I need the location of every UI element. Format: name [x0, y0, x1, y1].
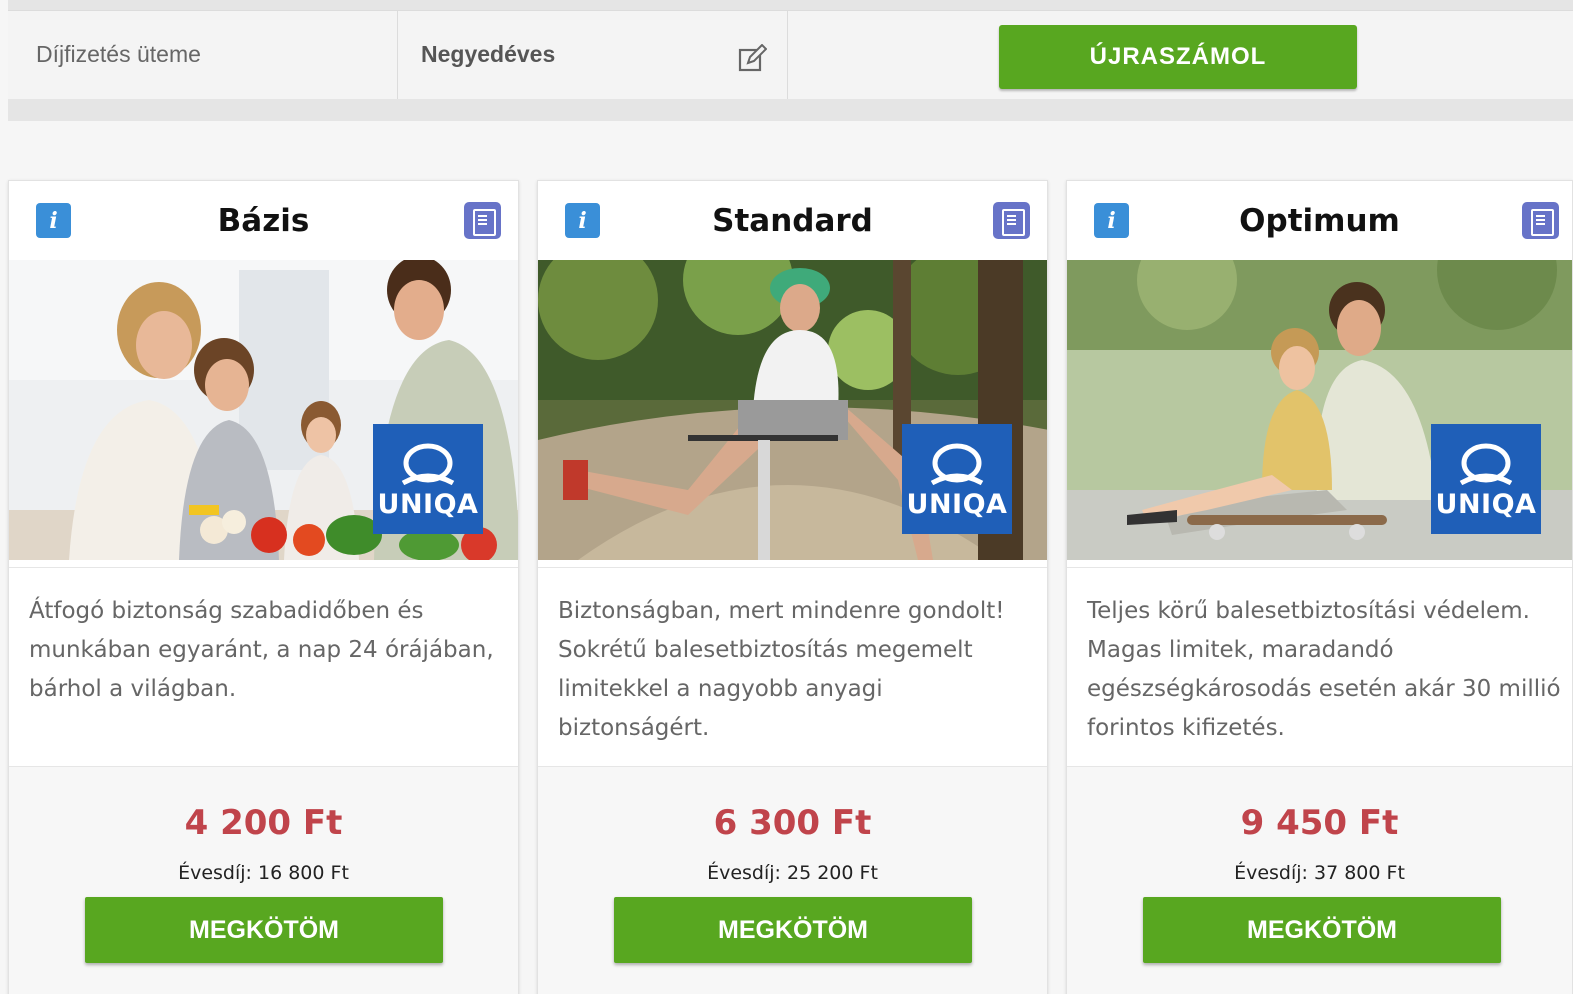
- uniqa-logo-text: UNIQA: [906, 489, 1008, 520]
- plan-title: Bázis: [217, 202, 310, 239]
- plan-annual-fee: Évesdíj: 25 200 Ft: [707, 862, 878, 884]
- plan-title: Optimum: [1239, 202, 1400, 239]
- plan-description: Biztonságban, mert mindenre gondolt! Sok…: [538, 567, 1047, 767]
- payment-frequency-value[interactable]: Negyedéves: [399, 10, 788, 99]
- plan-pricing: 6 300 Ft Évesdíj: 25 200 Ft MEGKÖTÖM: [538, 767, 1047, 994]
- plan-description: Teljes körű balesetbiztosítási védelem. …: [1067, 567, 1572, 767]
- recalculate-button[interactable]: ÚJRASZÁMOL: [999, 25, 1357, 89]
- purchase-button[interactable]: MEGKÖTÖM: [614, 897, 972, 963]
- plan-card-optimum: i Optimum UNIQA Teljes körű balesetbizto…: [1066, 180, 1573, 994]
- plan-card-bazis: i Bázis UNIQA Átfogó biztonság szabadidő…: [8, 180, 519, 994]
- uniqa-logo: UNIQA: [1431, 424, 1541, 534]
- plan-price: 4 200 Ft: [184, 803, 343, 843]
- uniqa-logo: UNIQA: [902, 424, 1012, 534]
- purchase-button[interactable]: MEGKÖTÖM: [85, 897, 443, 963]
- plan-card-standard: i Standard UNIQA Biztonságban, mert mind…: [537, 180, 1048, 994]
- payment-frequency-label: Díjfizetés üteme: [8, 10, 398, 99]
- uniqa-logo-mark-icon: [930, 443, 984, 486]
- plan-price: 6 300 Ft: [713, 803, 872, 843]
- plan-header: i Standard: [538, 181, 1047, 260]
- plan-image-skateboard: UNIQA: [1067, 260, 1572, 560]
- uniqa-logo-mark-icon: [1459, 443, 1513, 486]
- plan-description: Átfogó biztonság szabadidőben és munkába…: [9, 567, 518, 767]
- plan-title: Standard: [712, 202, 873, 239]
- plan-header: i Optimum: [1067, 181, 1572, 260]
- uniqa-logo-text: UNIQA: [377, 489, 479, 520]
- info-icon[interactable]: i: [1094, 203, 1129, 238]
- plan-image-cyclist: UNIQA: [538, 260, 1047, 560]
- plan-pricing: 4 200 Ft Évesdíj: 16 800 Ft MEGKÖTÖM: [9, 767, 518, 994]
- plan-header: i Bázis: [9, 181, 518, 260]
- document-icon[interactable]: [464, 202, 501, 239]
- plan-pricing: 9 450 Ft Évesdíj: 37 800 Ft MEGKÖTÖM: [1067, 767, 1572, 994]
- plan-price: 9 450 Ft: [1240, 803, 1399, 843]
- info-icon[interactable]: i: [36, 203, 71, 238]
- plan-annual-fee: Évesdíj: 16 800 Ft: [178, 862, 349, 884]
- uniqa-logo: UNIQA: [373, 424, 483, 534]
- uniqa-logo-mark-icon: [401, 443, 455, 486]
- edit-icon[interactable]: [737, 44, 767, 74]
- purchase-button[interactable]: MEGKÖTÖM: [1143, 897, 1501, 963]
- plan-annual-fee: Évesdíj: 37 800 Ft: [1234, 862, 1405, 884]
- uniqa-logo-text: UNIQA: [1435, 489, 1537, 520]
- plan-image-family-cooking: UNIQA: [9, 260, 518, 560]
- document-icon[interactable]: [1522, 202, 1559, 239]
- document-icon[interactable]: [993, 202, 1030, 239]
- info-icon[interactable]: i: [565, 203, 600, 238]
